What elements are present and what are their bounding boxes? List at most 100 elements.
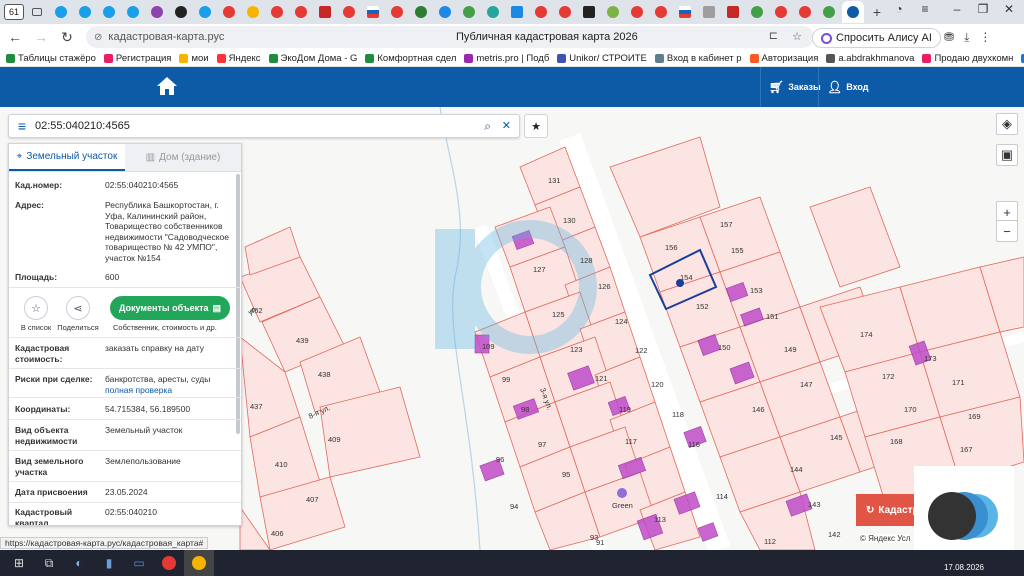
tab-favicon[interactable]: [314, 2, 336, 22]
tab-favicon[interactable]: [266, 2, 288, 22]
tab-favicon[interactable]: [770, 2, 792, 22]
poi-marker[interactable]: [617, 488, 627, 498]
maximize-icon[interactable]: ❐: [972, 2, 994, 16]
tab-land-plot[interactable]: ⌖ Земельный участок: [9, 144, 125, 171]
tab-favicon[interactable]: [434, 2, 456, 22]
tab-favicon[interactable]: [506, 2, 528, 22]
share-button[interactable]: ⋖: [66, 296, 90, 320]
yandex-browser-icon[interactable]: [154, 550, 184, 576]
new-tab-icon[interactable]: +: [866, 2, 888, 22]
tab-favicon[interactable]: [74, 2, 96, 22]
bookmark-item[interactable]: Яндекс: [216, 53, 261, 64]
tab-favicon[interactable]: [530, 2, 552, 22]
address-value: Республика Башкортостан, г. Уфа, Калинин…: [105, 200, 229, 263]
tab-favicon[interactable]: [746, 2, 768, 22]
forward-icon[interactable]: →: [28, 29, 54, 45]
address-bar[interactable]: ⊘ кадастровая-карта.рус Публичная кадаст…: [86, 26, 814, 48]
tab-favicon[interactable]: [410, 2, 432, 22]
parcel-number-label: 99: [502, 375, 510, 384]
app-icon[interactable]: ▮: [94, 550, 124, 576]
map-type-button[interactable]: ▣: [996, 144, 1018, 166]
site-info-icon[interactable]: ⊘: [94, 32, 102, 43]
bookmark-item[interactable]: ЭкоДом Дома - G: [268, 53, 357, 64]
task-view-icon[interactable]: ⧉: [34, 550, 64, 576]
tab-favicon[interactable]: [698, 2, 720, 22]
add-to-list-button[interactable]: ☆: [24, 296, 48, 320]
alice-button[interactable]: Спросить Алису AI: [812, 28, 941, 48]
tab-favicon[interactable]: [362, 2, 384, 22]
tab-house[interactable]: ▥ Дом (здание): [125, 144, 241, 171]
app-icon[interactable]: ▭: [124, 550, 154, 576]
menu-icon[interactable]: ≡: [914, 2, 936, 16]
tab-favicon[interactable]: [650, 2, 672, 22]
bookmark-item[interactable]: Регистрация: [103, 53, 171, 64]
tab-favicon[interactable]: [458, 2, 480, 22]
bookmark-item[interactable]: Таблицы стажёро: [6, 53, 96, 64]
login-button[interactable]: 👤︎ Вход: [818, 67, 877, 107]
panel-scrollbar[interactable]: [236, 174, 240, 434]
yandex-icon[interactable]: [184, 550, 214, 576]
bookmark-item[interactable]: Вход в кабинет р: [654, 53, 742, 64]
minimize-icon[interactable]: –: [946, 2, 968, 16]
tab-favicon[interactable]: [50, 2, 72, 22]
bookmark-item[interactable]: Unikor/ СТРОИТЕ: [557, 53, 647, 64]
field-label: Кадастровая стоимость:: [15, 343, 70, 364]
home-icon[interactable]: [156, 76, 178, 99]
tab-favicon[interactable]: [722, 2, 744, 22]
order-report-link[interactable]: заказать справку на дату: [105, 343, 235, 354]
map-attribution[interactable]: © Яндекс Усл: [860, 534, 911, 543]
menu-icon[interactable]: ≡: [9, 118, 35, 134]
tab-favicon[interactable]: [338, 2, 360, 22]
bookmark-item[interactable]: metris.pro | Подб: [464, 53, 549, 64]
tab-counter[interactable]: 61: [4, 4, 24, 20]
tab-favicon[interactable]: [794, 2, 816, 22]
site-header: 🛒︎ Заказы 👤︎ Вход: [0, 67, 1024, 107]
bookmark-item[interactable]: a.abdrakhmanova: [826, 53, 914, 64]
search-icon[interactable]: ⌕: [484, 119, 491, 134]
tab-favicon[interactable]: [146, 2, 168, 22]
downloads-icon[interactable]: ⊏: [769, 29, 778, 42]
extension-icon[interactable]: ⤓: [964, 30, 969, 45]
bookmark-item[interactable]: Продаю двухкомн: [922, 53, 1013, 64]
tab-favicon[interactable]: [194, 2, 216, 22]
page-title: Публичная кадастровая карта 2026: [456, 31, 638, 43]
tab-favicon[interactable]: [626, 2, 648, 22]
favorites-button[interactable]: ★: [524, 114, 548, 138]
bookmark-item[interactable]: Авторизация: [749, 53, 818, 64]
tab-favicon[interactable]: [242, 2, 264, 22]
extension-icons: ⛃ ⤓ ⋮: [944, 30, 991, 45]
tab-favicon[interactable]: [602, 2, 624, 22]
clear-icon[interactable]: ✕: [502, 119, 511, 132]
zoom-out-button[interactable]: −: [996, 220, 1018, 242]
bookmark-item[interactable]: мои: [179, 53, 209, 64]
full-check-link[interactable]: полная проверка: [105, 385, 172, 395]
tab-list-icon[interactable]: [26, 2, 48, 22]
bookmark-item[interactable]: Комфортная сдел: [365, 53, 456, 64]
tab-favicon[interactable]: [386, 2, 408, 22]
back-icon[interactable]: ←: [2, 29, 28, 45]
tab-favicon[interactable]: [554, 2, 576, 22]
cad-number-link[interactable]: 02:55:040210:4565: [105, 180, 235, 191]
search-input[interactable]: [35, 120, 455, 132]
tab-favicon[interactable]: [578, 2, 600, 22]
tab-favicon[interactable]: [818, 2, 840, 22]
more-icon[interactable]: ⋮: [979, 30, 991, 45]
tab-favicon[interactable]: [674, 2, 696, 22]
profile-icon[interactable]: ◔: [888, 2, 910, 16]
field-label: Площадь:: [15, 272, 58, 282]
active-tab[interactable]: [842, 1, 864, 23]
tab-favicon[interactable]: [122, 2, 144, 22]
reload-icon[interactable]: ↻: [54, 29, 80, 46]
tab-favicon[interactable]: [290, 2, 312, 22]
app-icon[interactable]: ◐: [64, 550, 94, 576]
documents-button[interactable]: Документы объекта ▤: [110, 296, 230, 320]
close-icon[interactable]: ✕: [998, 2, 1020, 16]
start-icon[interactable]: ⊞: [4, 550, 34, 576]
tab-favicon[interactable]: [98, 2, 120, 22]
tab-favicon[interactable]: [482, 2, 504, 22]
bookmark-star-icon[interactable]: ☆: [792, 30, 802, 43]
extension-icon[interactable]: ⛃: [944, 30, 954, 45]
tab-favicon[interactable]: [170, 2, 192, 22]
layers-button[interactable]: ◈: [996, 113, 1018, 135]
tab-favicon[interactable]: [218, 2, 240, 22]
